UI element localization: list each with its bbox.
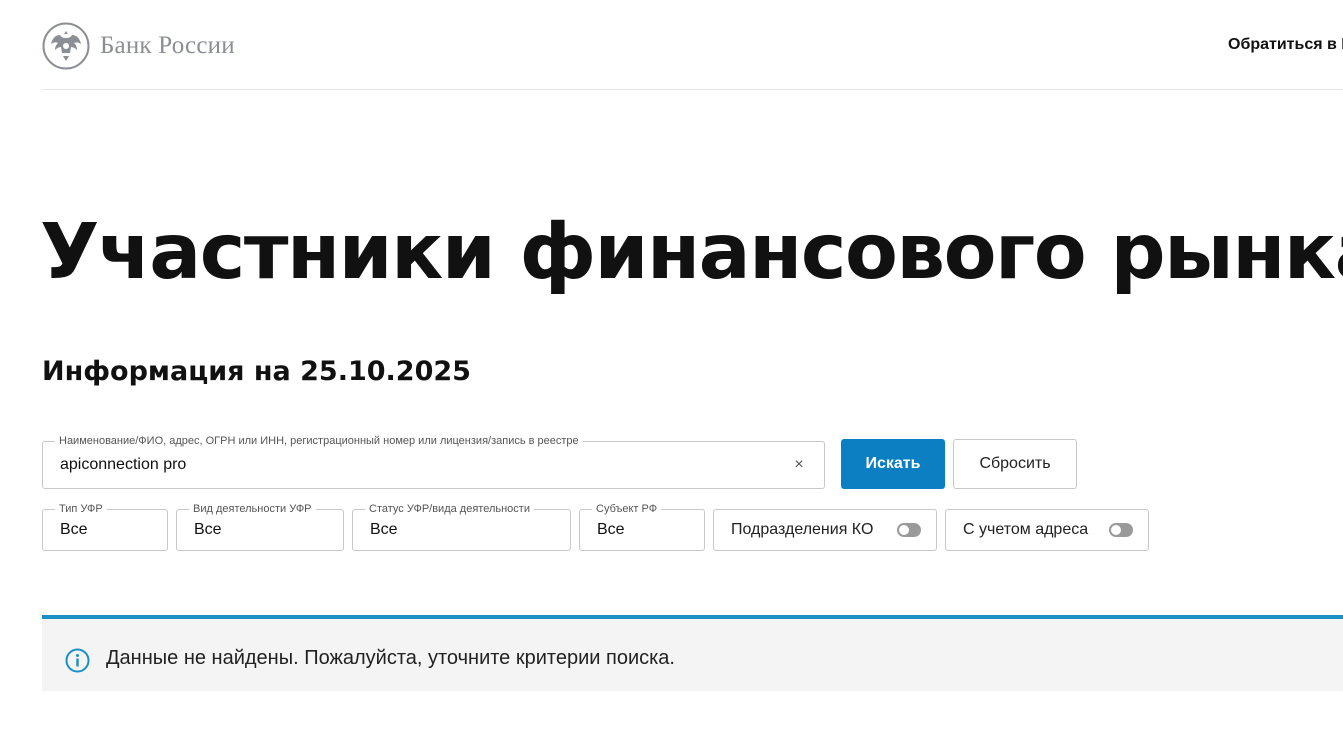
filter-activity-type-label: Вид деятельности УФР (189, 502, 316, 516)
filter-status-value: Все (370, 521, 398, 538)
filter-region-label: Субъект РФ (592, 502, 662, 516)
reset-button[interactable]: Сбросить (953, 439, 1077, 489)
search-input-label: Наименование/ФИО, адрес, ОГРН или ИНН, р… (55, 434, 583, 448)
info-date-heading: Информация на 25.10.2025 (42, 356, 471, 387)
filter-activity-type-value: Все (194, 521, 222, 538)
logo-text: Банк России (100, 32, 235, 59)
contact-bank-link[interactable]: Обратиться в Б (1228, 36, 1343, 54)
page-title: Участники финансового рынка (40, 208, 1343, 297)
filter-status-label: Статус УФР/вида деятельности (365, 502, 534, 516)
bank-logo[interactable]: Банк России (42, 22, 235, 70)
toggle-knob (1111, 525, 1121, 535)
search-input-value[interactable]: apiconnection pro (60, 456, 186, 474)
filter-region-value: Все (597, 521, 625, 538)
toggle-address-label: С учетом адреса (963, 521, 1089, 538)
filter-ufr-type[interactable]: Тип УФР Все (42, 502, 168, 551)
filter-status[interactable]: Статус УФР/вида деятельности Все (352, 502, 571, 551)
info-icon (65, 648, 90, 673)
toggle-switch[interactable] (1109, 523, 1133, 537)
toggle-address[interactable]: С учетом адреса (945, 509, 1149, 551)
filter-ufr-type-value: Все (60, 521, 88, 538)
filter-activity-type[interactable]: Вид деятельности УФР Все (176, 502, 344, 551)
double-headed-eagle-icon (42, 22, 90, 70)
search-input[interactable]: Наименование/ФИО, адрес, ОГРН или ИНН, р… (42, 434, 825, 489)
filter-ufr-type-label: Тип УФР (55, 502, 107, 516)
site-header: Банк России Обратиться в Б (42, 0, 1343, 90)
search-button[interactable]: Искать (841, 439, 945, 489)
toggle-switch[interactable] (897, 523, 921, 537)
toggle-ko-divisions-label: Подразделения КО (731, 521, 874, 538)
clear-icon[interactable]: × (792, 455, 806, 475)
filter-region[interactable]: Субъект РФ Все (579, 502, 705, 551)
notice-text: Данные не найдены. Пожалуйста, уточните … (106, 647, 675, 669)
toggle-ko-divisions[interactable]: Подразделения КО (713, 509, 937, 551)
no-results-notice: Данные не найдены. Пожалуйста, уточните … (42, 615, 1343, 691)
toggle-knob (899, 525, 909, 535)
